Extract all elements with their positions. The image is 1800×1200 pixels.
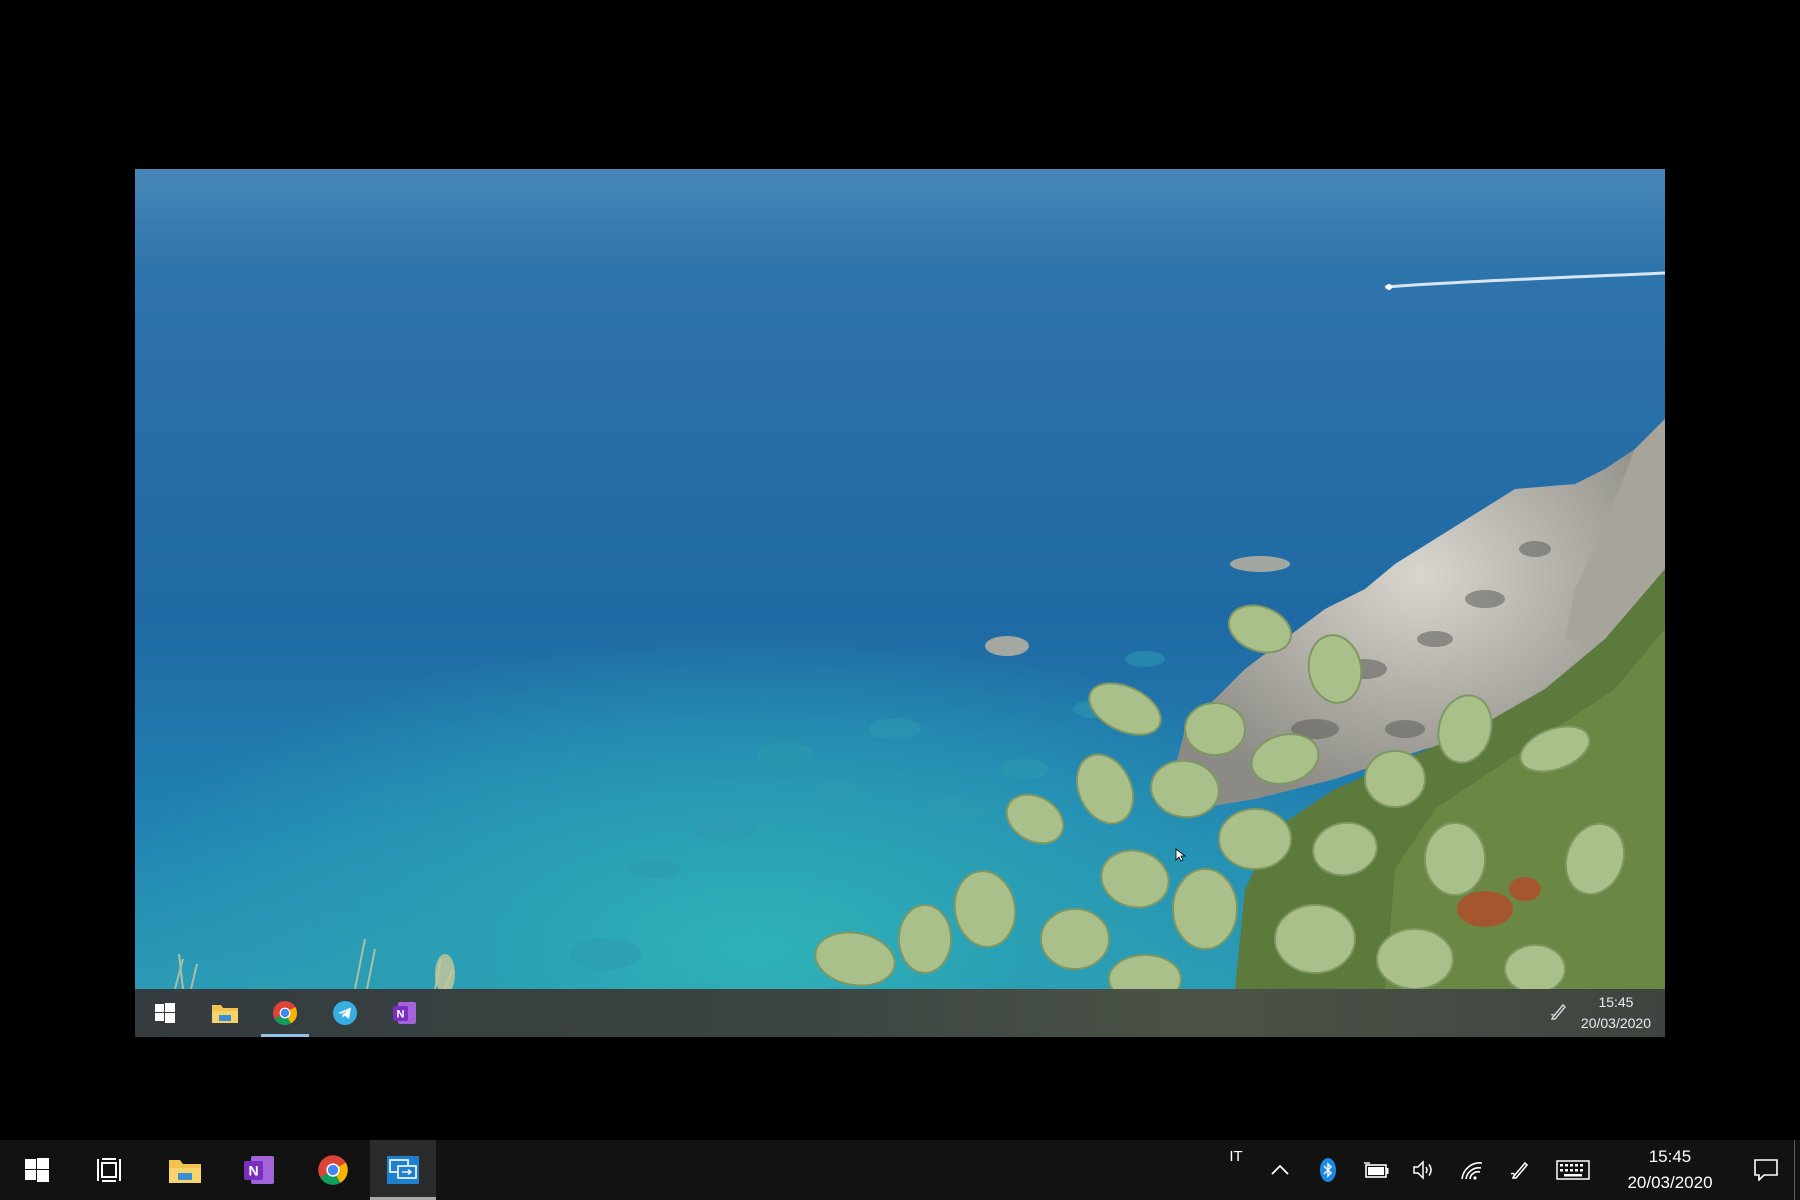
system-tray: IT 15:45 20/03/2020	[1216, 1140, 1800, 1200]
chrome-icon[interactable]	[255, 989, 315, 1037]
svg-text:N: N	[397, 1009, 405, 1021]
remote-clock-date: 20/03/2020	[1580, 1015, 1651, 1031]
pen-icon[interactable]	[1496, 1140, 1544, 1200]
telegram-icon[interactable]	[315, 989, 375, 1037]
volume-icon[interactable]	[1400, 1140, 1448, 1200]
clock-time: 15:45	[1648, 1147, 1692, 1166]
show-desktop-button[interactable]	[1794, 1140, 1800, 1200]
pen-icon[interactable]	[1549, 1001, 1569, 1026]
windows-start-icon[interactable]	[135, 989, 195, 1037]
bluetooth-icon[interactable]	[1304, 1140, 1352, 1200]
remote-clock[interactable]: 15:45 20/03/2020	[1581, 992, 1651, 1034]
battery-icon[interactable]	[1352, 1140, 1400, 1200]
action-center-icon[interactable]	[1738, 1140, 1794, 1200]
wifi-icon[interactable]	[1448, 1140, 1496, 1200]
remote-desktop-screen[interactable]: N 15:45 20/03/2020	[135, 169, 1665, 1037]
taskbar-clock[interactable]: 15:45 20/03/2020	[1602, 1144, 1738, 1196]
chrome-icon[interactable]	[296, 1140, 370, 1200]
remote-system-tray: 15:45 20/03/2020	[1549, 989, 1665, 1037]
remote-desktop-icon[interactable]	[370, 1140, 436, 1200]
svg-text:N: N	[248, 1163, 258, 1179]
file-explorer-icon[interactable]	[148, 1140, 222, 1200]
mouse-cursor-icon	[1175, 848, 1189, 867]
clock-date: 20/03/2020	[1627, 1173, 1713, 1192]
keyboard-icon[interactable]	[1544, 1140, 1602, 1200]
windows-start-icon[interactable]	[0, 1140, 74, 1200]
host-taskbar: N IT 15:45 20/03/2020	[0, 1140, 1800, 1200]
chevron-up-icon[interactable]	[1256, 1140, 1304, 1200]
remote-clock-time: 15:45	[1598, 994, 1634, 1010]
onenote-icon[interactable]: N	[375, 989, 435, 1037]
onenote-icon[interactable]: N	[222, 1140, 296, 1200]
language-indicator[interactable]: IT	[1216, 1140, 1256, 1200]
file-explorer-icon[interactable]	[195, 989, 255, 1037]
remote-taskbar: N 15:45 20/03/2020	[135, 989, 1665, 1037]
task-view-icon[interactable]	[74, 1140, 148, 1200]
desktop-wallpaper	[135, 169, 1665, 989]
